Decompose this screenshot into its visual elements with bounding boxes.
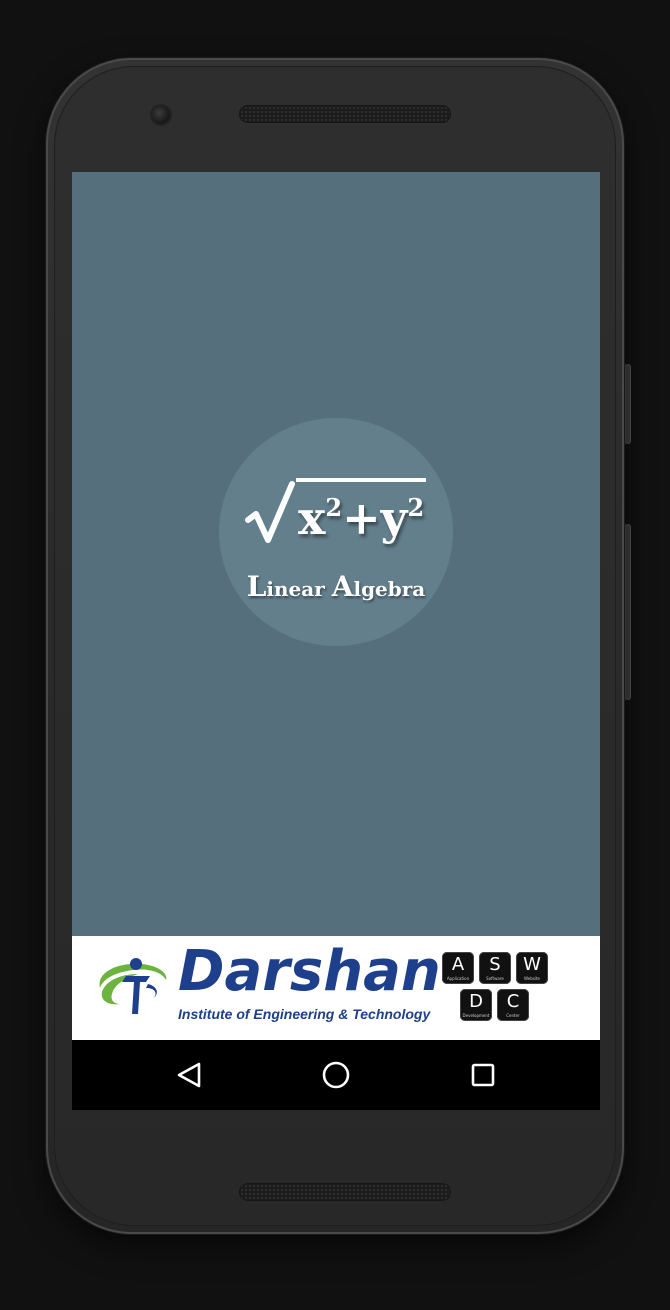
aswdc-key-caption: Application xyxy=(446,976,470,981)
home-circle-icon xyxy=(322,1061,350,1089)
app-name-cap-a: A xyxy=(331,570,354,603)
aswdc-key-d: D Development xyxy=(460,989,492,1021)
home-button[interactable] xyxy=(318,1057,354,1093)
back-button[interactable] xyxy=(171,1057,207,1093)
formula-exponent-x: 2 xyxy=(325,493,343,522)
power-button xyxy=(625,364,630,444)
square-root-icon xyxy=(244,481,296,544)
logo-formula: x2+y2 xyxy=(219,478,453,544)
institute-name: Darshan xyxy=(178,939,441,1004)
aswdc-key-caption: Center xyxy=(506,1013,520,1018)
bottom-speaker-grille xyxy=(240,1184,450,1200)
volume-button xyxy=(625,524,630,700)
formula-plus: + xyxy=(342,491,381,545)
aswdc-logo: A Application S Software W Website D Dev… xyxy=(442,952,552,1024)
navigation-bar xyxy=(72,1040,600,1110)
formula-base-y: y xyxy=(380,491,408,545)
darshan-logo-icon xyxy=(92,950,170,1020)
aswdc-key-caption: Software xyxy=(486,976,504,981)
app-screen: x2+y2 Linear Algebra Darshan Institute o… xyxy=(72,172,600,1110)
device-frame-stage: x2+y2 Linear Algebra Darshan Institute o… xyxy=(0,0,670,1310)
app-name-rest-2: lgebra xyxy=(353,577,426,601)
recents-button[interactable] xyxy=(465,1057,501,1093)
recents-square-icon xyxy=(471,1063,495,1087)
aswdc-key-letter: S xyxy=(489,954,501,975)
app-name-rest-1: inear xyxy=(266,577,325,601)
aswdc-key-letter: D xyxy=(469,991,483,1012)
aswdc-key-letter: W xyxy=(523,954,541,975)
aswdc-key-letter: A xyxy=(451,954,465,975)
app-logo: x2+y2 Linear Algebra xyxy=(219,418,453,646)
back-triangle-icon xyxy=(177,1062,201,1088)
top-speaker-grille xyxy=(240,106,450,122)
formula-radicand: x2+y2 xyxy=(295,478,427,545)
aswdc-key-w: W Website xyxy=(516,952,548,984)
institute-tagline: Institute of Engineering & Technology xyxy=(178,1006,431,1022)
front-camera-icon xyxy=(152,106,170,124)
sponsor-banner: Darshan Institute of Engineering & Techn… xyxy=(72,936,600,1040)
aswdc-key-a: A Application xyxy=(442,952,474,984)
formula-base-x: x xyxy=(297,491,326,545)
aswdc-key-c: C Center xyxy=(497,989,529,1021)
app-name-cap-l: L xyxy=(246,570,267,603)
aswdc-key-letter: C xyxy=(506,991,520,1012)
app-name: Linear Algebra xyxy=(219,570,453,603)
aswdc-key-s: S Software xyxy=(479,952,511,984)
aswdc-key-caption: Website xyxy=(524,976,540,981)
aswdc-key-caption: Development xyxy=(462,1013,490,1018)
formula-exponent-y: 2 xyxy=(407,493,425,522)
